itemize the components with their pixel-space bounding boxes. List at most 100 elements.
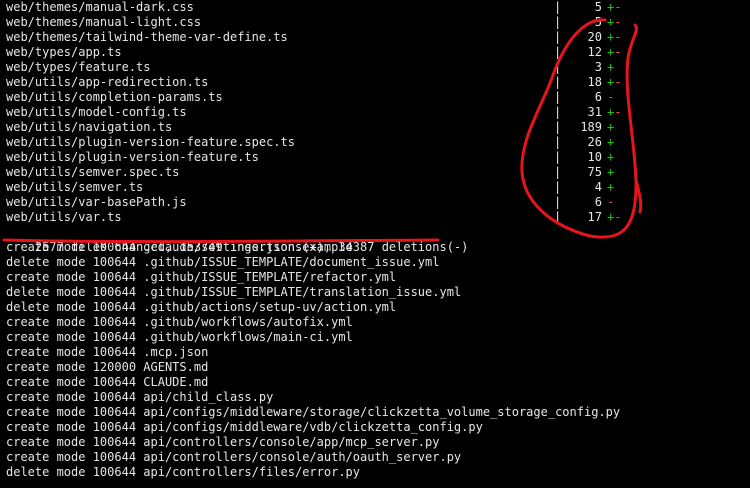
diff-summary-line: 2577 files changed, 153749 insertions(+)…: [6, 225, 750, 254]
diffstat-file-path: web/utils/var.ts: [6, 210, 122, 224]
diffstat-file-path: web/utils/completion-params.ts: [6, 90, 223, 104]
mode-line: create mode 100644 api/child_class.py: [6, 390, 274, 404]
diffstat-row: web/utils/completion-params.ts | 6-: [6, 90, 750, 105]
mode-line: create mode 100644 .github/workflows/mai…: [6, 330, 353, 344]
diffstat-change-count: 4: [594, 180, 602, 194]
diffstat-graph: -: [607, 195, 614, 210]
diffstat-change-count: 6: [594, 90, 602, 104]
diffstat-row: web/utils/model-config.ts | 31 +-: [6, 105, 750, 120]
diffstat-graph: +-: [607, 45, 621, 60]
diffstat-row: web/utils/semver.ts | 4 +: [6, 180, 750, 195]
diffstat-change-count: 20: [587, 30, 602, 44]
mode-line: create mode 100644 api/controllers/conso…: [6, 435, 440, 449]
diffstat-minus-marker: -: [614, 0, 622, 14]
diffstat-file-path: web/utils/app-redirection.ts: [6, 75, 209, 89]
diffstat-file-path: web/themes/manual-dark.css: [6, 0, 194, 14]
mode-line: create mode 100644 .mcp.json: [6, 345, 209, 359]
diffstat-change-count: 10: [587, 150, 602, 164]
terminal-window[interactable]: web/themes/manual-dark.css | 5 +- web/themes…: [0, 0, 750, 488]
mode-line: delete mode 100644 api/controllers/files…: [6, 465, 361, 479]
diffstat-minus-marker: -: [614, 105, 622, 119]
mode-line: create mode 100644 CLAUDE.md: [6, 375, 209, 389]
mode-line: create mode 100644 .github/workflows/aut…: [6, 315, 353, 329]
diffstat-file-path: web/utils/var-basePath.js: [6, 195, 187, 209]
diffstat-plus-marker: +: [607, 60, 615, 74]
diffstat-graph: +: [607, 60, 614, 75]
diffstat-file-path: web/utils/plugin-version-feature.ts: [6, 150, 259, 164]
diffstat-change-count: 5: [594, 15, 602, 29]
diffstat-separator: |: [554, 90, 562, 104]
diffstat-separator: |: [554, 150, 562, 164]
diffstat-file-path: web/themes/tailwind-theme-var-define.ts: [6, 30, 288, 44]
diffstat-change-count: 31: [587, 105, 602, 119]
diffstat-change-count: 189: [580, 120, 602, 134]
mode-line: create mode 100644 api/configs/middlewar…: [6, 405, 621, 419]
diffstat-separator: |: [554, 0, 562, 14]
diffstat-plus-marker: +: [607, 180, 615, 194]
diffstat-separator: |: [554, 120, 562, 134]
diffstat-change-count: 3: [594, 60, 602, 74]
diffstat-change-count: 26: [587, 135, 602, 149]
diffstat-file-path: web/utils/semver.spec.ts: [6, 165, 180, 179]
diffstat-graph: +: [607, 150, 614, 165]
diffstat-separator: |: [554, 180, 562, 194]
diffstat-separator: |: [554, 165, 562, 179]
diffstat-row: web/utils/semver.spec.ts | 75 +: [6, 165, 750, 180]
mode-line: delete mode 100644 .github/ISSUE_TEMPLAT…: [6, 285, 462, 299]
diffstat-change-count: 6: [594, 195, 602, 209]
diffstat-minus-marker: -: [607, 90, 615, 104]
diffstat-graph: +-: [607, 0, 621, 15]
mode-line: create mode 100644 .claude/settings.json…: [6, 240, 353, 254]
diffstat-minus-marker: -: [607, 195, 615, 209]
diffstat-file-path: web/utils/semver.ts: [6, 180, 144, 194]
diffstat-row: web/utils/plugin-version-feature.spec.ts…: [6, 135, 750, 150]
diffstat-plus-marker: +: [607, 120, 615, 134]
diffstat-separator: |: [554, 45, 562, 59]
diffstat-row: web/themes/manual-light.css | 5 +-: [6, 15, 750, 30]
diffstat-change-count: 5: [594, 0, 602, 14]
diffstat-graph: +-: [607, 75, 621, 90]
diffstat-change-count: 17: [587, 210, 602, 224]
diffstat-row: web/types/app.ts | 12 +-: [6, 45, 750, 60]
mode-line: create mode 120000 AGENTS.md: [6, 360, 209, 374]
mode-line: create mode 100644 .github/ISSUE_TEMPLAT…: [6, 270, 397, 284]
diffstat-minus-marker: -: [614, 45, 622, 59]
diffstat-separator: |: [554, 195, 562, 209]
diffstat-plus-marker: +: [607, 165, 615, 179]
diffstat-plus-marker: +: [607, 135, 615, 149]
diffstat-row: web/utils/navigation.ts | 189 +: [6, 120, 750, 135]
mode-line: delete mode 100644 .github/ISSUE_TEMPLAT…: [6, 255, 440, 269]
diffstat-file-path: web/utils/navigation.ts: [6, 120, 173, 134]
diffstat-minus-marker: -: [614, 75, 622, 89]
diffstat-graph: +-: [607, 30, 621, 45]
mode-line: create mode 100644 api/controllers/conso…: [6, 450, 462, 464]
diffstat-change-count: 18: [587, 75, 602, 89]
diffstat-graph: +: [607, 165, 614, 180]
diffstat-graph: +: [607, 120, 614, 135]
diffstat-graph: +: [607, 180, 614, 195]
diffstat-file-path: web/types/feature.ts: [6, 60, 151, 74]
diffstat-separator: |: [554, 30, 562, 44]
diffstat-separator: |: [554, 135, 562, 149]
diffstat-row: web/themes/manual-dark.css | 5 +-: [6, 0, 750, 15]
diffstat-row: web/types/feature.ts | 3 +: [6, 60, 750, 75]
diffstat-graph: +-: [607, 15, 621, 30]
diffstat-file-path: web/utils/model-config.ts: [6, 105, 187, 119]
diffstat-row: web/themes/tailwind-theme-var-define.ts |…: [6, 30, 750, 45]
diffstat-file-path: web/utils/plugin-version-feature.spec.ts: [6, 135, 295, 149]
diffstat-change-count: 75: [587, 165, 602, 179]
diffstat-graph: -: [607, 90, 614, 105]
diffstat-row: web/utils/var-basePath.js | 6-: [6, 195, 750, 210]
diffstat-separator: |: [554, 75, 562, 89]
diffstat-row: web/utils/plugin-version-feature.ts | 10 +: [6, 150, 750, 165]
diffstat-separator: |: [554, 105, 562, 119]
diffstat-change-count: 12: [587, 45, 602, 59]
diffstat-separator: |: [554, 60, 562, 74]
diffstat-separator: |: [554, 210, 562, 224]
diffstat-minus-marker: -: [614, 15, 622, 29]
diffstat-minus-marker: -: [614, 30, 622, 44]
mode-line: delete mode 100644 .github/actions/setup…: [6, 300, 397, 314]
diffstat-plus-marker: +: [607, 150, 615, 164]
diffstat-separator: |: [554, 15, 562, 29]
diffstat-graph: +-: [607, 105, 621, 120]
